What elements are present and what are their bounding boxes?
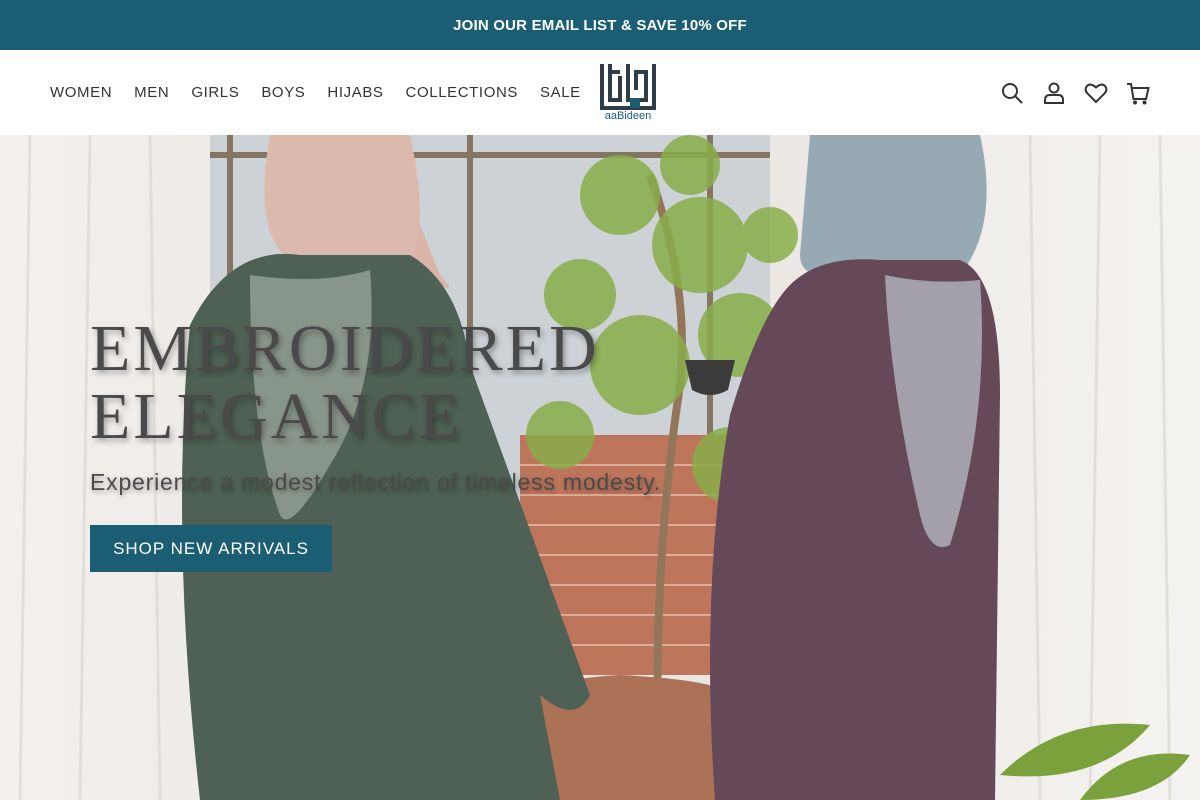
- logo-text: aaBideen: [604, 110, 652, 122]
- hero-title-line-1: EMBROIDERED: [90, 312, 600, 385]
- hero-banner: EMBROIDERED ELEGANCE Experience a modest…: [0, 135, 1200, 800]
- account-icon[interactable]: [1042, 81, 1066, 105]
- cart-icon[interactable]: [1126, 81, 1150, 105]
- nav-item-women[interactable]: WOMEN: [50, 84, 112, 101]
- announcement-bar[interactable]: JOIN OUR EMAIL LIST & SAVE 10% OFF: [0, 0, 1200, 50]
- nav-item-men[interactable]: MEN: [134, 84, 169, 101]
- main-nav: WOMEN MEN GIRLS BOYS HIJABS COLLECTIONS …: [50, 50, 603, 135]
- header-icons: [982, 50, 1150, 135]
- nav-item-boys[interactable]: BOYS: [261, 84, 305, 101]
- nav-item-girls[interactable]: GIRLS: [191, 84, 239, 101]
- brand-logo[interactable]: aaBideen: [598, 62, 662, 124]
- hero-background-image: [0, 135, 1200, 800]
- announcement-text[interactable]: JOIN OUR EMAIL LIST & SAVE 10% OFF: [453, 17, 747, 34]
- shop-new-arrivals-button[interactable]: SHOP NEW ARRIVALS: [90, 525, 332, 572]
- hero-subtitle: Experience a modest reflection of timele…: [90, 469, 661, 495]
- nav-item-collections[interactable]: COLLECTIONS: [406, 84, 518, 101]
- hero-title: EMBROIDERED ELEGANCE: [90, 315, 690, 451]
- wishlist-heart-icon[interactable]: [1084, 81, 1108, 105]
- search-icon[interactable]: [1000, 81, 1024, 105]
- nav-item-hijabs[interactable]: HIJABS: [327, 84, 383, 101]
- site-header: WOMEN MEN GIRLS BOYS HIJABS COLLECTIONS …: [0, 50, 1200, 135]
- logo-mark-icon: [600, 64, 656, 110]
- hero-title-line-2: ELEGANCE: [90, 380, 463, 453]
- nav-item-sale[interactable]: SALE: [540, 84, 581, 101]
